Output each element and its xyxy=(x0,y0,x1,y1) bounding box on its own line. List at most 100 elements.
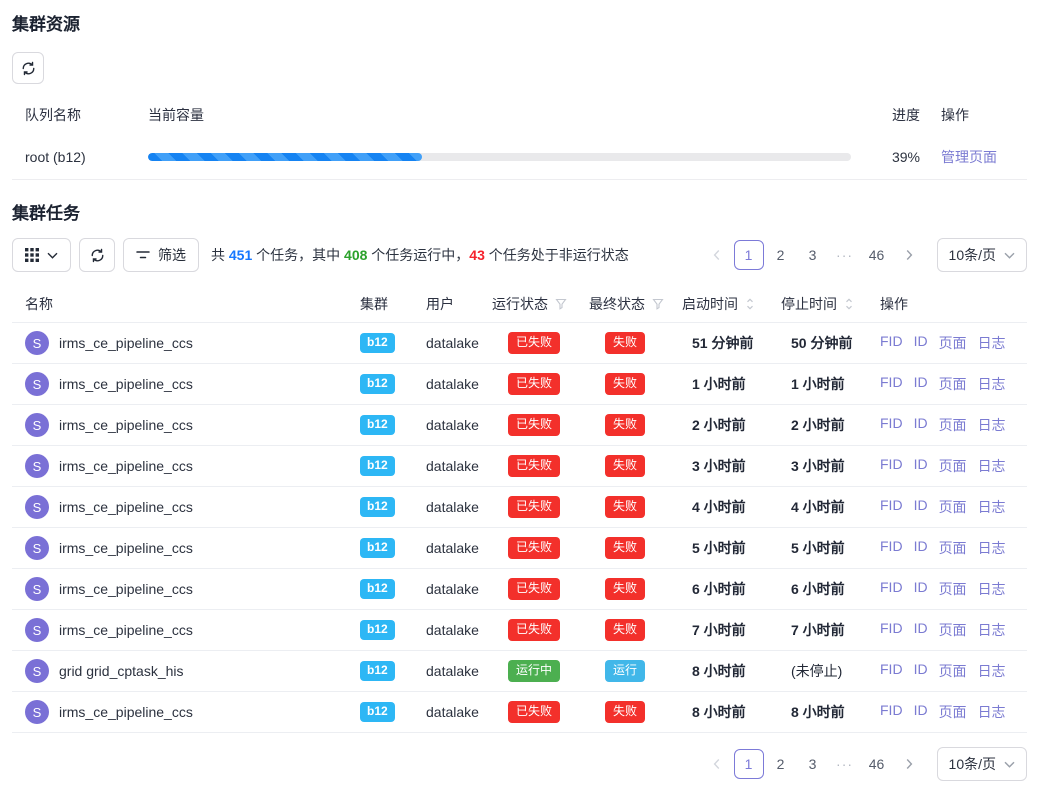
pagination-next-icon[interactable] xyxy=(894,749,924,779)
final-status-badge: 失败 xyxy=(605,701,645,723)
cluster-tag: b12 xyxy=(360,374,395,394)
row-action-id[interactable]: ID xyxy=(914,538,928,558)
row-action-page[interactable]: 页面 xyxy=(939,620,967,640)
manage-page-link[interactable]: 管理页面 xyxy=(941,149,997,165)
resources-refresh-button[interactable] xyxy=(12,52,44,84)
sort-icon[interactable] xyxy=(844,297,854,311)
pagination-page-1[interactable]: 1 xyxy=(734,749,764,779)
row-action-page[interactable]: 页面 xyxy=(939,579,967,599)
row-action-fid[interactable]: FID xyxy=(880,538,903,558)
resource-row: root (b12) 39% 管理页面 xyxy=(12,134,1027,180)
pagination-next-icon[interactable] xyxy=(894,240,924,270)
tasks-table-body: S irms_ce_pipeline_ccs b12 datalake 已失败 … xyxy=(12,323,1027,733)
row-action-page[interactable]: 页面 xyxy=(939,333,967,353)
row-action-log[interactable]: 日志 xyxy=(978,702,1006,722)
summary-red-count: 43 xyxy=(469,247,485,263)
row-action-page[interactable]: 页面 xyxy=(939,456,967,476)
pagination-page-3[interactable]: 3 xyxy=(798,240,828,270)
row-action-log[interactable]: 日志 xyxy=(978,415,1006,435)
row-action-log[interactable]: 日志 xyxy=(978,620,1006,640)
row-action-id[interactable]: ID xyxy=(914,702,928,722)
pagination-prev-icon[interactable] xyxy=(702,749,732,779)
run-status-badge: 已失败 xyxy=(508,578,560,600)
task-user: datalake xyxy=(426,581,492,597)
pagination-page-46[interactable]: 46 xyxy=(862,240,892,270)
summary-text: 个任务处于非运行状态 xyxy=(485,247,629,263)
tasks-refresh-button[interactable] xyxy=(79,238,115,272)
row-action-fid[interactable]: FID xyxy=(880,374,903,394)
row-action-id[interactable]: ID xyxy=(914,579,928,599)
refresh-icon xyxy=(90,248,105,263)
row-action-id[interactable]: ID xyxy=(914,374,928,394)
pagination-page-1[interactable]: 1 xyxy=(734,240,764,270)
run-status-badge: 已失败 xyxy=(508,496,560,518)
row-action-fid[interactable]: FID xyxy=(880,702,903,722)
row-action-page[interactable]: 页面 xyxy=(939,702,967,722)
avatar: S xyxy=(25,454,49,478)
stop-time: 3 小时前 xyxy=(781,456,880,476)
row-action-page[interactable]: 页面 xyxy=(939,415,967,435)
task-name: irms_ce_pipeline_ccs xyxy=(59,622,193,638)
row-action-log[interactable]: 日志 xyxy=(978,497,1006,517)
row-action-log[interactable]: 日志 xyxy=(978,456,1006,476)
tasks-table-header: 名称 集群 用户 运行状态 最终状态 启动时间 停止时间 操作 xyxy=(12,286,1027,323)
row-action-log[interactable]: 日志 xyxy=(978,579,1006,599)
row-actions: FID ID 页面日志 xyxy=(880,661,1027,681)
row-action-page[interactable]: 页面 xyxy=(939,661,967,681)
pagination-prev-icon[interactable] xyxy=(702,240,732,270)
final-status-badge: 失败 xyxy=(605,414,645,436)
row-action-log[interactable]: 日志 xyxy=(978,333,1006,353)
filter-button[interactable]: 筛选 xyxy=(123,238,199,272)
task-row: S irms_ce_pipeline_ccs b12 datalake 已失败 … xyxy=(12,610,1027,651)
page-size-select[interactable]: 10条/页 xyxy=(937,238,1027,272)
funnel-filter-icon[interactable] xyxy=(555,298,567,310)
row-action-fid[interactable]: FID xyxy=(880,497,903,517)
row-action-fid[interactable]: FID xyxy=(880,333,903,353)
row-action-fid[interactable]: FID xyxy=(880,620,903,640)
row-action-id[interactable]: ID xyxy=(914,661,928,681)
row-action-page[interactable]: 页面 xyxy=(939,374,967,394)
resources-table-header: 队列名称 当前容量 进度 操作 xyxy=(12,96,1027,134)
run-status-badge: 已失败 xyxy=(508,332,560,354)
pagination-page-2[interactable]: 2 xyxy=(766,240,796,270)
pagination-page-2[interactable]: 2 xyxy=(766,749,796,779)
row-action-page[interactable]: 页面 xyxy=(939,497,967,517)
sort-icon[interactable] xyxy=(745,297,755,311)
row-action-id[interactable]: ID xyxy=(914,415,928,435)
row-action-fid[interactable]: FID xyxy=(880,661,903,681)
row-action-log[interactable]: 日志 xyxy=(978,538,1006,558)
pagination-page-46[interactable]: 46 xyxy=(862,749,892,779)
row-action-id[interactable]: ID xyxy=(914,456,928,476)
task-name: irms_ce_pipeline_ccs xyxy=(59,499,193,515)
funnel-filter-icon[interactable] xyxy=(652,298,664,310)
pagination-page-3[interactable]: 3 xyxy=(798,749,828,779)
row-action-id[interactable]: ID xyxy=(914,497,928,517)
row-actions: FID ID 页面日志 xyxy=(880,702,1027,722)
row-action-log[interactable]: 日志 xyxy=(978,661,1006,681)
pagination-ellipsis[interactable]: ··· xyxy=(830,749,860,779)
col-run-status: 运行状态 xyxy=(492,294,589,314)
run-status-badge: 已失败 xyxy=(508,619,560,641)
page-size-select[interactable]: 10条/页 xyxy=(937,747,1027,781)
page-size-label: 10条/页 xyxy=(949,245,996,265)
row-action-fid[interactable]: FID xyxy=(880,579,903,599)
row-action-log[interactable]: 日志 xyxy=(978,374,1006,394)
grid-icon xyxy=(25,248,39,262)
run-status-badge: 已失败 xyxy=(508,455,560,477)
cluster-tag: b12 xyxy=(360,456,395,476)
pagination-ellipsis[interactable]: ··· xyxy=(830,240,860,270)
row-action-fid[interactable]: FID xyxy=(880,456,903,476)
cluster-tasks-section: 集群任务 xyxy=(12,203,1027,781)
page: 集群资源 队列名称 当前容量 进度 操作 root (b12) 39% xyxy=(0,14,1039,781)
stop-time: 7 小时前 xyxy=(781,620,880,640)
col-start-time: 启动时间 xyxy=(682,294,781,314)
start-time: 5 小时前 xyxy=(682,538,781,558)
col-cluster: 集群 xyxy=(360,294,426,314)
row-action-id[interactable]: ID xyxy=(914,333,928,353)
row-action-fid[interactable]: FID xyxy=(880,415,903,435)
row-action-id[interactable]: ID xyxy=(914,620,928,640)
col-progress: 进度 xyxy=(872,105,920,125)
row-action-page[interactable]: 页面 xyxy=(939,538,967,558)
chevron-down-icon xyxy=(47,252,58,259)
column-settings-button[interactable] xyxy=(12,238,71,272)
